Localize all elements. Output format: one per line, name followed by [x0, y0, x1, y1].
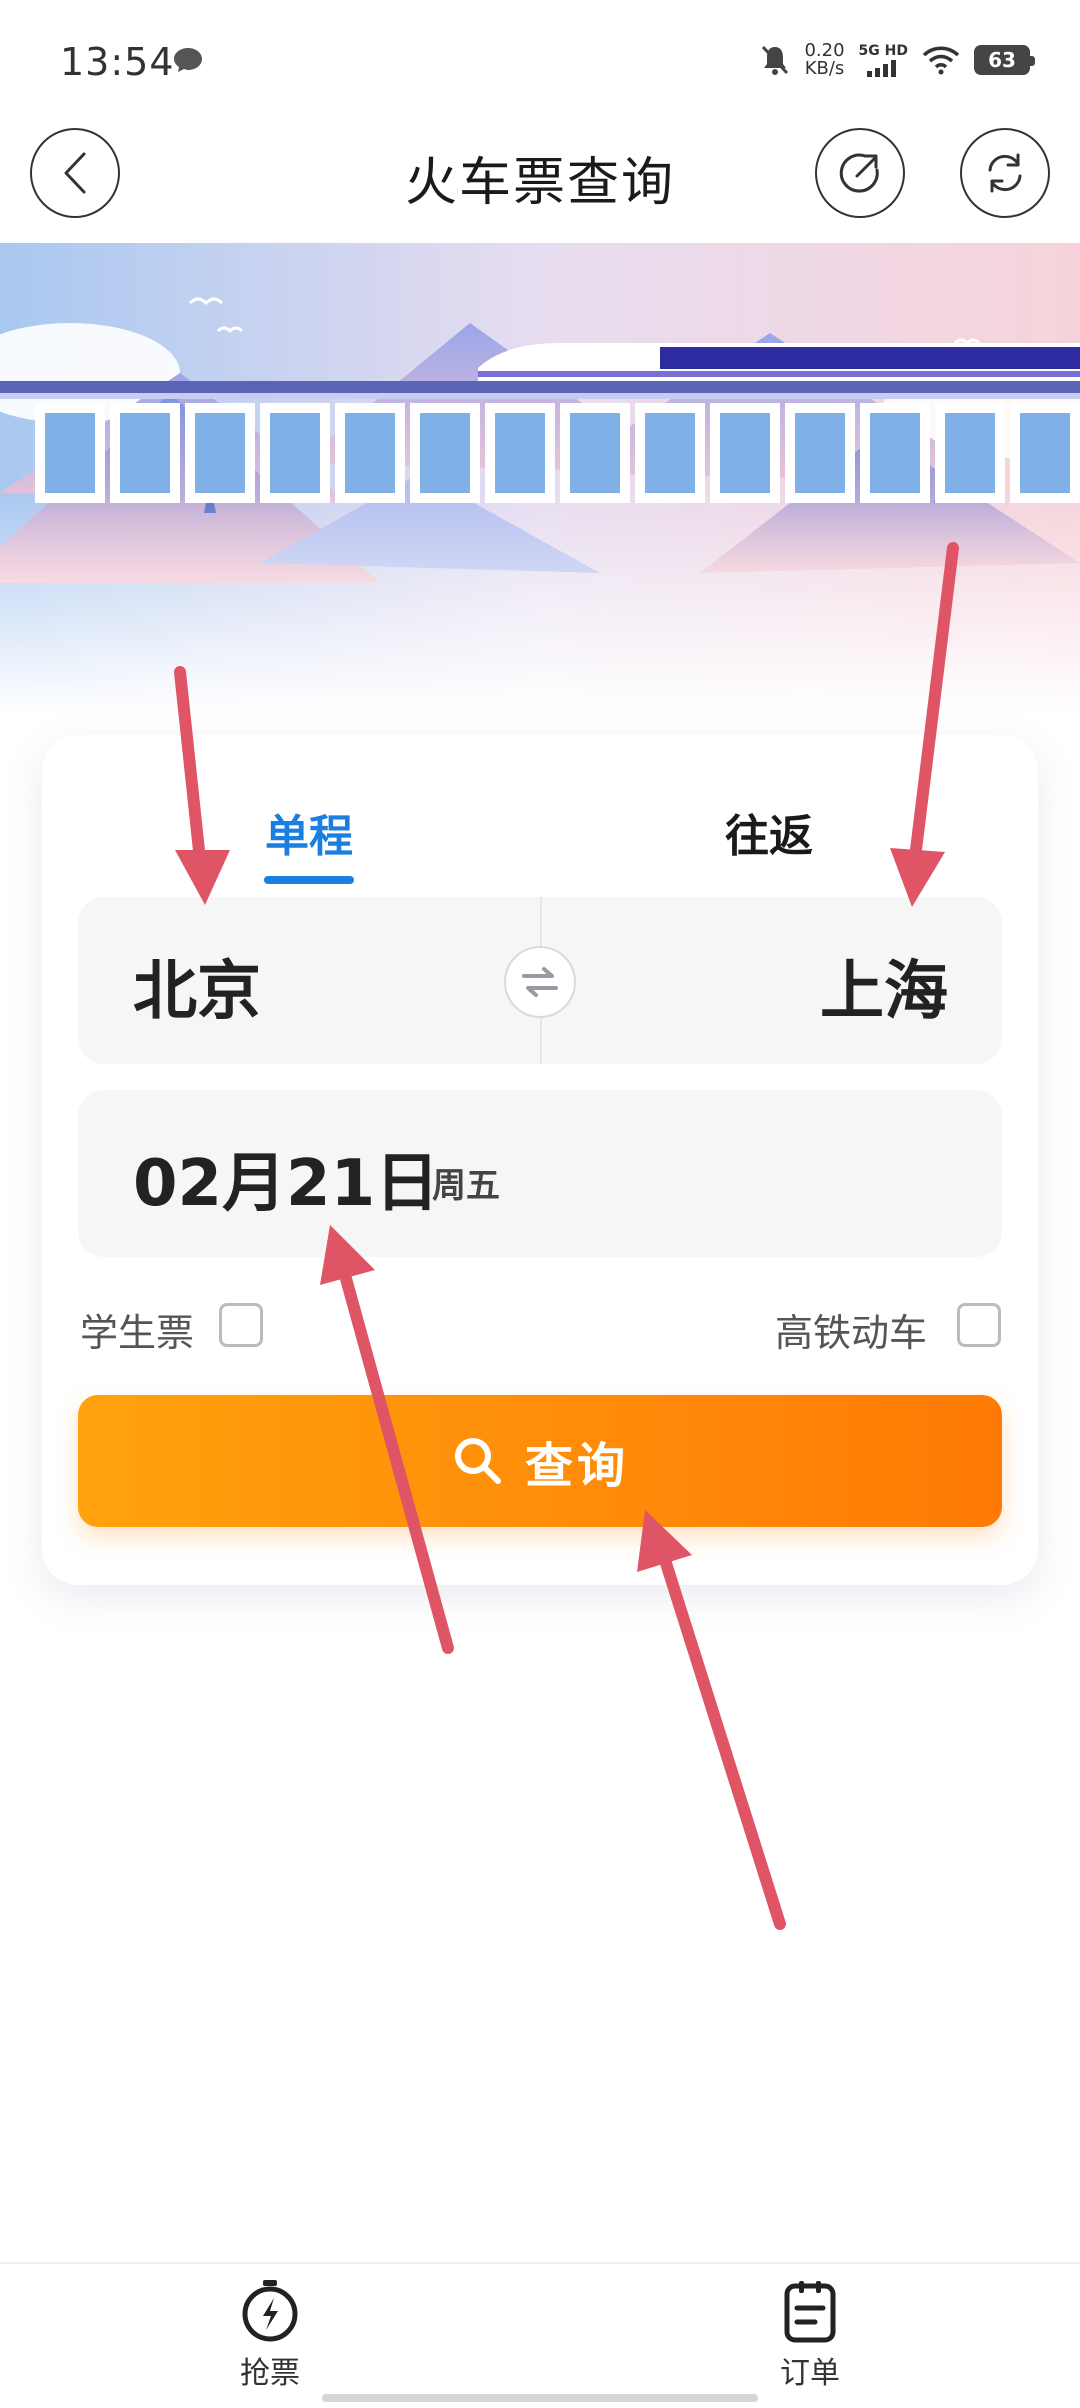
nav-orders[interactable]: 订单 — [750, 2278, 870, 2398]
status-time: 13:54 — [60, 40, 175, 84]
nav-orders-label: 订单 — [780, 2356, 840, 2391]
refresh-button[interactable] — [960, 128, 1050, 218]
student-ticket-label: 学生票 — [80, 1311, 195, 1355]
wifi-icon — [922, 46, 960, 75]
high-speed-rail-checkbox[interactable] — [957, 1303, 1001, 1347]
home-indicator[interactable] — [322, 2394, 758, 2402]
search-button-label: 查询 — [524, 1438, 629, 1494]
app-screen: 13:54 0.20 KB/s 5G HD 63 火车票查询 单程 往返 北京 … — [0, 0, 1080, 2408]
mute-bell-icon — [762, 45, 789, 75]
status-icons: 0.20 KB/s 5G HD 63 — [760, 38, 1035, 82]
search-icon — [454, 1438, 501, 1484]
status-bar: 13:54 0.20 KB/s 5G HD 63 — [0, 0, 1080, 120]
net-speed-unit: KB/s — [804, 58, 845, 79]
arrival-station[interactable]: 上海 — [820, 940, 948, 1032]
student-ticket-checkbox[interactable] — [219, 1303, 263, 1347]
cell-signal: 5G HD — [859, 43, 908, 77]
share-button[interactable] — [815, 128, 905, 218]
active-tab-indicator — [264, 876, 354, 884]
tab-round-trip[interactable]: 往返 — [725, 800, 813, 864]
departure-weekday: 周五 — [432, 1166, 500, 1206]
stopwatch-bolt-icon — [242, 2280, 298, 2342]
signal-bars-icon — [867, 60, 897, 77]
departure-station[interactable]: 北京 — [133, 940, 261, 1032]
swap-icon — [522, 967, 558, 997]
order-list-icon — [784, 2281, 836, 2343]
tab-single-trip[interactable]: 单程 — [265, 800, 353, 864]
page-title: 火车票查询 — [404, 153, 675, 213]
high-speed-rail-label: 高铁动车 — [775, 1311, 928, 1355]
net-speed: 0.20 KB/s — [804, 42, 844, 78]
net-type: 5G HD — [858, 43, 908, 59]
share-icon — [839, 153, 879, 193]
refresh-icon — [988, 153, 1022, 193]
departure-date[interactable]: 02月21日 — [133, 1132, 439, 1224]
message-notification-icon — [174, 48, 202, 72]
bottom-navigation — [0, 2262, 1080, 2408]
nav-grab-tickets[interactable]: 抢票 — [210, 2278, 330, 2398]
battery-indicator: 63 — [974, 45, 1035, 75]
train-banner-illustration — [0, 243, 1080, 713]
swap-stations-button[interactable] — [504, 946, 576, 1018]
search-button[interactable]: 查询 — [78, 1395, 1002, 1527]
nav-grab-label: 抢票 — [240, 2356, 300, 2391]
